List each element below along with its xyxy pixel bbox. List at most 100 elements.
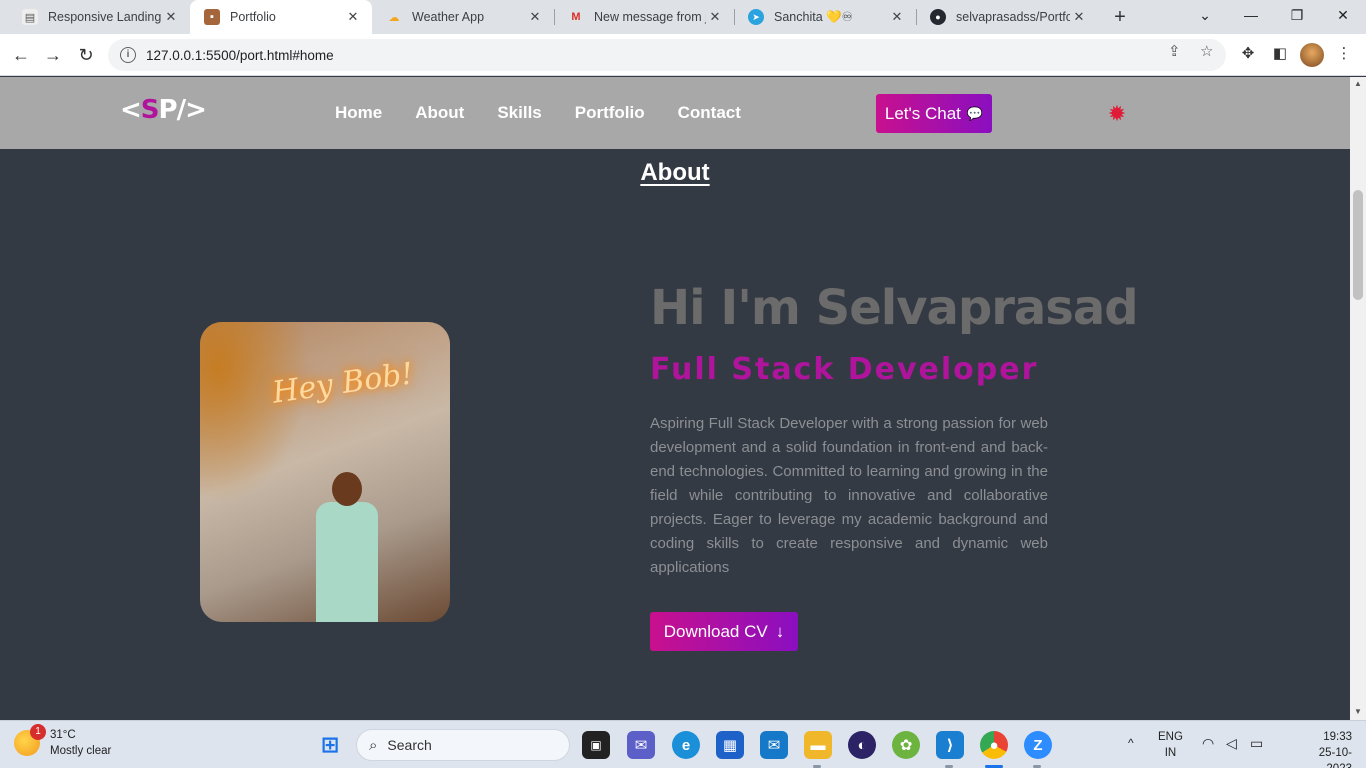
plant-leaves: [200, 322, 310, 502]
section-title: About: [640, 159, 710, 186]
taskbar-search-label: Search: [387, 737, 432, 753]
new-tab-button[interactable]: +: [1108, 5, 1132, 29]
chrome-icon[interactable]: ●: [980, 731, 1008, 759]
theme-toggle-icon[interactable]: ✹: [1106, 103, 1128, 125]
page-scrollbar[interactable]: ▲ ▼: [1350, 77, 1366, 720]
spring-tools-icon[interactable]: ✿: [892, 731, 920, 759]
hero-bio: Aspiring Full Stack Developer with a str…: [650, 415, 1048, 576]
battery-icon[interactable]: ▭: [1250, 735, 1263, 751]
weather-desc: Mostly clear: [50, 745, 112, 757]
back-arrow-icon[interactable]: ←: [8, 42, 34, 68]
download-cv-button[interactable]: Download CV ↓: [650, 612, 798, 651]
weather-sun-icon: 1: [14, 724, 46, 756]
github-icon: ●: [930, 9, 946, 25]
nav-link-home[interactable]: Home: [335, 103, 382, 123]
close-icon[interactable]: ✕: [162, 9, 180, 25]
weather-icon: ☁: [388, 11, 400, 24]
tab-title: selvaprasadss/Portfolio: [956, 10, 1070, 24]
tab-portfolio[interactable]: ▪ Portfolio ✕: [190, 0, 372, 34]
taskbar-search[interactable]: ⌕ Search: [356, 729, 570, 761]
profile-avatar[interactable]: [1300, 43, 1324, 67]
tab-gmail[interactable]: M New message from jeevan ✕: [554, 0, 734, 34]
tab-weather-app[interactable]: ☁ Weather App ✕: [372, 0, 554, 34]
clock-time: 19:33: [1323, 731, 1352, 743]
weather-widget[interactable]: 1 31°C Mostly clear: [14, 724, 112, 759]
lets-chat-button[interactable]: Let's Chat 💬: [876, 94, 992, 133]
tab-github[interactable]: ● selvaprasadss/Portfolio ✕: [916, 0, 1098, 34]
close-icon[interactable]: ✕: [888, 9, 906, 25]
browser-toolbar: ← → ↻ i 127.0.0.1:5500/port.html#home ⇪ …: [0, 34, 1366, 76]
tray-overflow-chevron-icon[interactable]: ^: [1128, 735, 1134, 751]
close-window-button[interactable]: ✕: [1320, 0, 1366, 30]
nav-link-about[interactable]: About: [415, 103, 464, 123]
page-icon: ▤: [22, 9, 38, 25]
restore-button[interactable]: ❐: [1274, 0, 1320, 30]
tab-title: New message from jeevan: [594, 10, 706, 24]
reload-icon[interactable]: ↻: [73, 42, 99, 68]
kebab-menu-icon[interactable]: ⋮: [1332, 42, 1356, 66]
tab-title: Portfolio: [230, 10, 276, 24]
logo-bracket-open: <: [120, 95, 142, 125]
nav-link-skills[interactable]: Skills: [497, 103, 541, 123]
teams-chat-icon[interactable]: ✉: [627, 731, 655, 759]
tab-title: Responsive Landing Page: [48, 10, 162, 24]
weather-temp: 31°C: [50, 729, 76, 741]
windows-start-icon[interactable]: ⊞: [316, 731, 344, 759]
url-text[interactable]: 127.0.0.1:5500/port.html#home: [146, 48, 334, 63]
scroll-up-arrow-icon[interactable]: ▲: [1350, 79, 1366, 88]
site-navbar: <SP/> Home About Skills Portfolio Contac…: [0, 77, 1350, 149]
close-icon[interactable]: ✕: [526, 9, 544, 25]
extensions-puzzle-icon[interactable]: ✥: [1236, 42, 1260, 66]
scroll-down-arrow-icon[interactable]: ▼: [1350, 707, 1366, 716]
minimize-button[interactable]: —: [1228, 0, 1274, 30]
edge-icon[interactable]: e: [672, 731, 700, 759]
side-panel-icon[interactable]: ◧: [1268, 42, 1292, 66]
language-indicator[interactable]: ENG IN: [1158, 729, 1183, 761]
bookmark-star-icon[interactable]: ☆: [1200, 42, 1213, 60]
vscode-icon[interactable]: ⟩: [936, 731, 964, 759]
site-nav-links: Home About Skills Portfolio Contact: [335, 103, 741, 123]
task-view-icon[interactable]: ▣: [582, 731, 610, 759]
eclipse-icon[interactable]: ◐: [848, 731, 876, 759]
tab-responsive-landing[interactable]: ▤ Responsive Landing Page ✕: [8, 0, 190, 34]
close-icon[interactable]: ✕: [344, 9, 362, 25]
telegram-icon: ➤: [748, 9, 764, 25]
profile-photo: Hey Bob!: [200, 322, 450, 622]
notification-badge: 1: [30, 724, 46, 740]
scrollbar-thumb[interactable]: [1353, 190, 1363, 300]
address-bar[interactable]: i 127.0.0.1:5500/port.html#home: [108, 39, 1226, 71]
close-icon[interactable]: ✕: [1070, 9, 1088, 25]
tab-telegram[interactable]: ➤ Sanchita 💛♾ ✕: [734, 0, 916, 34]
wifi-icon[interactable]: ◠: [1202, 735, 1214, 751]
forward-arrow-icon[interactable]: →: [40, 42, 66, 68]
clock-date: 25-10-2023: [1318, 747, 1352, 768]
nav-link-contact[interactable]: Contact: [678, 103, 741, 123]
hero-role: Full Stack Developer: [650, 352, 1039, 387]
page-icon: ▪: [204, 9, 220, 25]
chat-bubble-icon: 💬: [966, 105, 984, 121]
tab-search-icon[interactable]: ⌄: [1182, 0, 1228, 30]
store-icon[interactable]: ▦: [716, 731, 744, 759]
logo-letter-s: S: [140, 95, 160, 125]
taskbar: 1 31°C Mostly clear ⊞ ⌕ Search ▣ ✉ e ▦ ✉…: [0, 720, 1366, 768]
clock[interactable]: 19:33 25-10-2023: [1302, 729, 1352, 768]
volume-icon[interactable]: ◁: [1226, 735, 1237, 751]
mail-icon[interactable]: ✉: [760, 731, 788, 759]
zoom-icon[interactable]: Z: [1024, 731, 1052, 759]
file-explorer-icon[interactable]: ▬: [804, 731, 832, 759]
nav-link-portfolio[interactable]: Portfolio: [575, 103, 645, 123]
language-code: ENG: [1158, 731, 1183, 743]
person-body: [316, 502, 378, 622]
site-logo[interactable]: <SP/>: [120, 95, 207, 125]
person-figure: [312, 472, 382, 622]
tab-title: Sanchita 💛♾: [774, 10, 853, 24]
arrow-down-icon: ↓: [775, 621, 785, 641]
close-icon[interactable]: ✕: [706, 9, 724, 25]
lets-chat-label: Let's Chat: [884, 103, 961, 123]
site-info-icon[interactable]: i: [120, 47, 136, 63]
tab-title: Weather App: [412, 10, 485, 24]
tab-strip: ▤ Responsive Landing Page ✕ ▪ Portfolio …: [0, 0, 1366, 34]
hero-name: Hi I'm Selvaprasad: [650, 280, 1139, 336]
logo-letter-p: P: [158, 95, 178, 125]
share-icon[interactable]: ⇪: [1168, 42, 1181, 60]
